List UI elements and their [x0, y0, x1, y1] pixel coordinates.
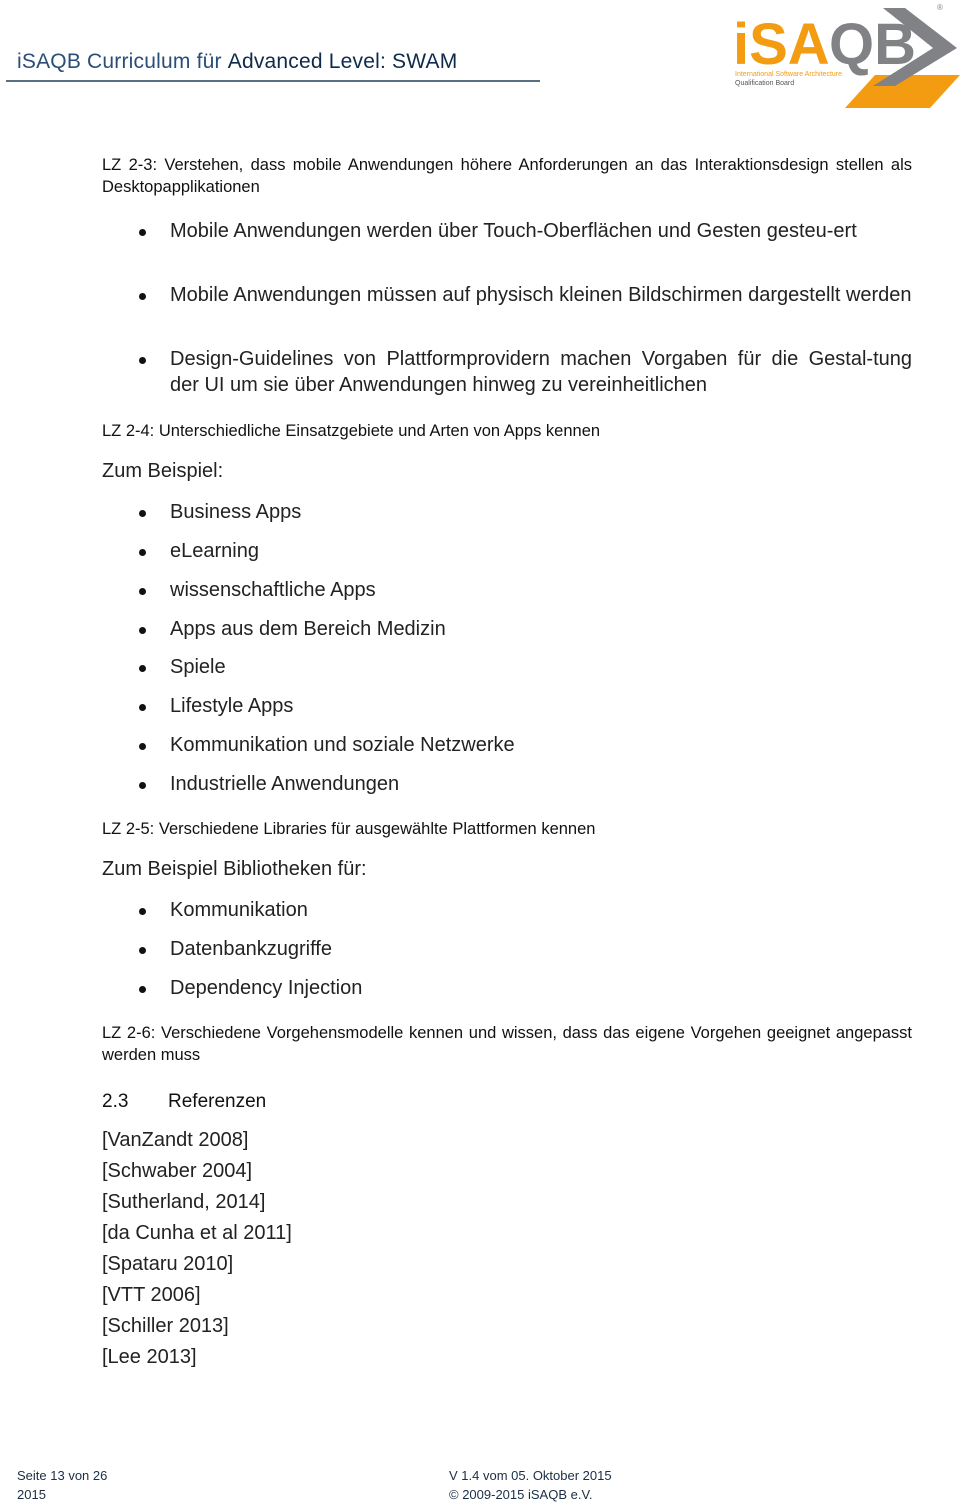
learning-goal-2-6-title: LZ 2-6: Verschiedene Vorgehensmodelle ke…	[102, 1024, 912, 1064]
bullet-icon	[139, 627, 146, 634]
svg-text:QB: QB	[829, 12, 916, 77]
bullet-icon	[139, 588, 146, 595]
isaqb-logo-icon: iSA QB ® International Software Architec…	[733, 3, 960, 108]
list-item: eLearning	[135, 538, 912, 564]
page-number: Seite 13 von 26	[17, 1468, 108, 1483]
footer-right: V 1.4 vom 05. Oktober 2015 © 2009-2015 i…	[449, 1466, 612, 1504]
bullet-icon	[139, 357, 146, 364]
bullet-icon	[139, 665, 146, 672]
bullet-icon	[139, 743, 146, 750]
list-item: Kommunikation und soziale Netzwerke	[135, 732, 912, 758]
footer-year: 2015	[17, 1487, 46, 1502]
libraries-intro: Zum Beispiel Bibliotheken für:	[102, 858, 367, 880]
reference-item: [Sutherland, 2014]	[102, 1191, 266, 1213]
reference-item: [Schiller 2013]	[102, 1315, 229, 1337]
learning-goal-2-5-title: LZ 2-5: Verschiedene Libraries für ausge…	[102, 820, 596, 838]
bullet-icon	[139, 510, 146, 517]
bullet-icon	[139, 293, 146, 300]
list-item: Business Apps	[135, 499, 912, 525]
logo-tagline-1: International Software Architecture	[735, 71, 842, 78]
list-item: Mobile Anwendungen werden über Touch-Obe…	[135, 218, 912, 244]
list-item: Lifestyle Apps	[135, 693, 912, 719]
reference-item: [Schwaber 2004]	[102, 1160, 253, 1182]
bullet-icon	[139, 947, 146, 954]
copyright: © 2009-2015 iSAQB e.V.	[449, 1487, 593, 1502]
document-header-title: iSAQB Curriculum für Advanced Level: SWA…	[17, 50, 457, 74]
header-title-level: Advanced Level: SWAM	[227, 50, 458, 73]
header-title-prefix: iSAQB Curriculum für	[17, 50, 228, 73]
section-number: 2.3	[102, 1091, 129, 1112]
list-item: Kommunikation	[135, 897, 912, 923]
list-item: Datenbankzugriffe	[135, 936, 912, 962]
bullet-icon	[139, 986, 146, 993]
reference-item: [da Cunha et al 2011]	[102, 1222, 292, 1244]
reference-item: [Spataru 2010]	[102, 1253, 234, 1275]
bullet-icon	[139, 782, 146, 789]
reference-item: [Lee 2013]	[102, 1346, 197, 1368]
svg-text:iSA: iSA	[733, 12, 830, 77]
learning-goal-2-3-title: LZ 2-3: Verstehen, dass mobile Anwendung…	[102, 156, 912, 196]
bullet-icon	[139, 908, 146, 915]
list-item: Dependency Injection	[135, 975, 912, 1001]
logo-tagline-2: Qualification Board	[735, 80, 794, 87]
list-item: wissenschaftliche Apps	[135, 577, 912, 603]
header-divider	[6, 80, 540, 82]
footer-left: Seite 13 von 26 2015	[17, 1466, 107, 1504]
bullet-icon	[139, 229, 146, 236]
isaqb-logo: iSA QB ® International Software Architec…	[725, 0, 960, 108]
examples-intro: Zum Beispiel:	[102, 460, 224, 482]
bullet-icon	[139, 549, 146, 556]
reference-item: [VanZandt 2008]	[102, 1129, 249, 1151]
section-title: Referenzen	[168, 1091, 267, 1112]
svg-text:®: ®	[937, 3, 943, 12]
list-item: Spiele	[135, 654, 912, 680]
learning-goal-2-4-title: LZ 2-4: Unterschiedliche Einsatzgebiete …	[102, 422, 601, 440]
section-heading: 2.3 Referenzen	[102, 1091, 266, 1113]
bullet-icon	[139, 704, 146, 711]
list-item: Apps aus dem Bereich Medizin	[135, 616, 912, 642]
list-item: Mobile Anwendungen müssen auf physisch k…	[135, 282, 912, 308]
version-info: V 1.4 vom 05. Oktober 2015	[449, 1468, 612, 1483]
list-item: Industrielle Anwendungen	[135, 771, 912, 797]
reference-item: [VTT 2006]	[102, 1284, 201, 1306]
list-item: Design-Guidelines von Plattformprovidern…	[135, 346, 912, 398]
